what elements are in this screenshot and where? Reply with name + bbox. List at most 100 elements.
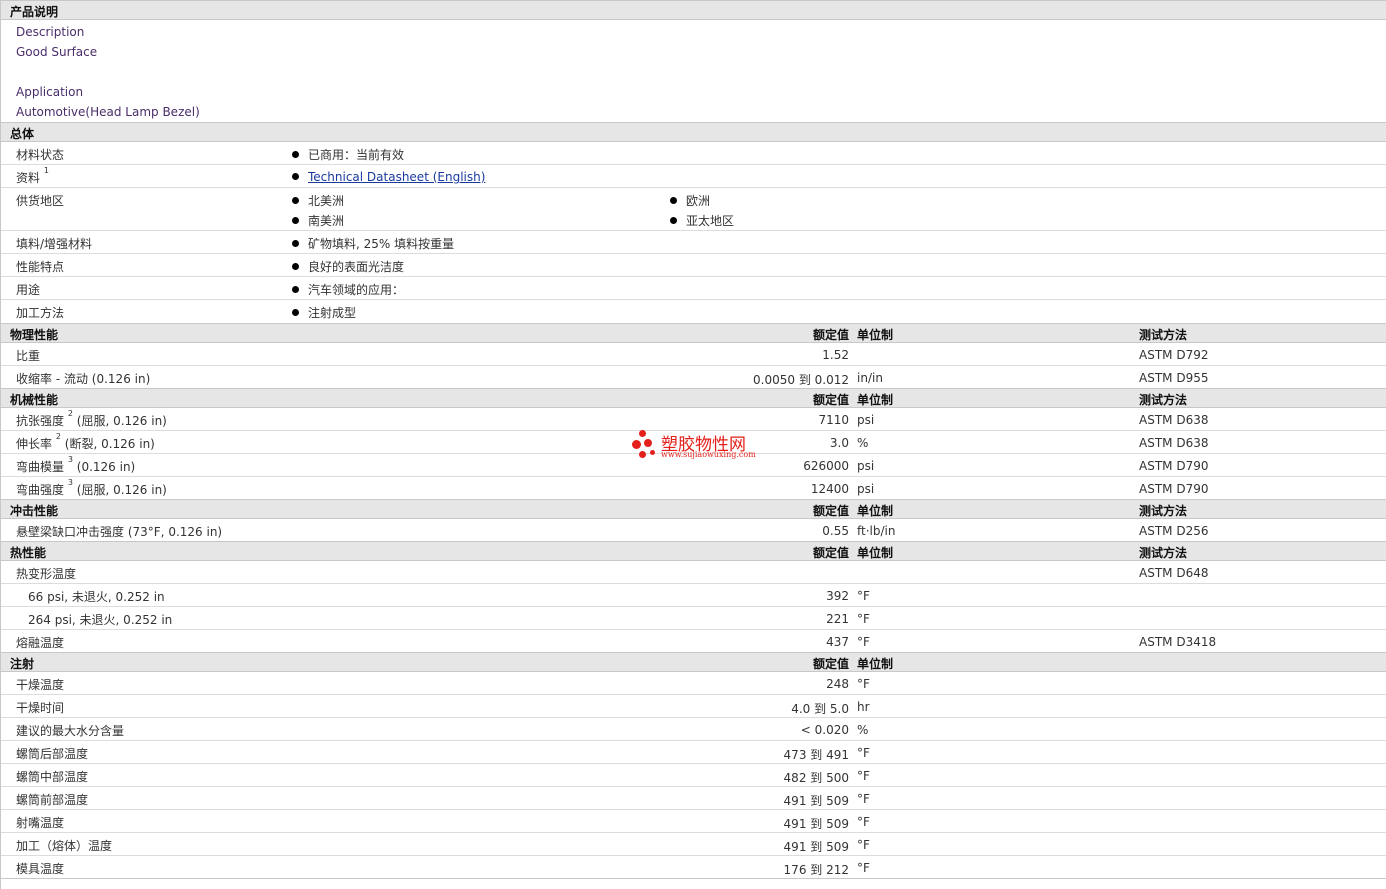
bullet-item: 注射成型 <box>292 304 356 321</box>
row-label: 热变形温度 <box>16 567 77 581</box>
column-header-test: 测试方法 <box>1139 328 1188 342</box>
row-test-method: ASTM D955 <box>1139 371 1209 385</box>
row-label: 材料状态 <box>16 148 65 162</box>
description-block: Description Good Surface Application Aut… <box>1 20 1386 122</box>
section-header-mechanical: 机械性能 额定值 单位制 测试方法 <box>1 388 1386 408</box>
row-label: 填料/增强材料 <box>16 237 93 251</box>
column-header-unit: 单位制 <box>857 657 894 671</box>
general-row-features: 性能特点 良好的表面光洁度 <box>1 254 1386 277</box>
general-row-processing: 加工方法 注射成型 <box>1 300 1386 323</box>
bullet-icon <box>670 217 677 224</box>
bullet-item: 亚太地区 <box>670 212 734 229</box>
row-label: 干燥时间 <box>16 701 65 715</box>
row-unit: hr <box>857 700 870 714</box>
property-row: 弯曲强度 3 (屈服, 0.126 in) 12400 psi ASTM D79… <box>1 477 1386 499</box>
bullet-icon <box>292 151 299 158</box>
general-row-datasheet: 资料 1 Technical Datasheet (English) <box>1 165 1386 188</box>
section-header-injection: 注射 额定值 单位制 <box>1 652 1386 672</box>
row-unit: ft·lb/in <box>857 524 896 538</box>
section-title: 机械性能 <box>10 393 59 407</box>
technical-datasheet-link[interactable]: Technical Datasheet (English) <box>308 170 485 184</box>
bullet-icon <box>292 263 299 270</box>
section-header-impact: 冲击性能 额定值 单位制 测试方法 <box>1 499 1386 519</box>
datasheet-page: 产品说明 Description Good Surface Applicatio… <box>0 0 1386 889</box>
description-heading: Description <box>16 25 85 39</box>
property-subrow: 264 psi, 未退火, 0.252 in 221 °F <box>1 607 1386 630</box>
row-test-method: ASTM D256 <box>1139 524 1209 538</box>
row-value: 491 到 509 <box>783 817 849 831</box>
row-label: 加工方法 <box>16 306 65 320</box>
section-title: 产品说明 <box>10 5 59 19</box>
row-unit: °F <box>857 838 870 852</box>
row-label: 性能特点 <box>16 260 65 274</box>
general-row-uses: 用途 汽车领域的应用： <box>1 277 1386 300</box>
row-unit: °F <box>857 769 870 783</box>
section-header-description: 产品说明 <box>1 0 1386 20</box>
row-label: 螺筒中部温度 <box>16 770 89 784</box>
watermark-url: www.sujiaowuxing.com <box>661 450 756 459</box>
general-row-status: 材料状态 已商用：当前有效 <box>1 142 1386 165</box>
property-row: 热变形温度 ASTM D648 <box>1 561 1386 584</box>
general-row-filler: 填料/增强材料 矿物填料, 25% 填料按重量 <box>1 231 1386 254</box>
bullet-item: 矿物填料, 25% 填料按重量 <box>292 235 454 252</box>
row-label: 伸长率 2 (断裂, 0.126 in) <box>16 432 155 451</box>
column-header-unit: 单位制 <box>857 328 894 342</box>
column-header-test: 测试方法 <box>1139 504 1188 518</box>
row-unit: °F <box>857 677 870 691</box>
row-label: 用途 <box>16 283 41 297</box>
property-row: 加工（熔体）温度 491 到 509 °F <box>1 833 1386 856</box>
row-label: 悬壁梁缺口冲击强度 (73°F, 0.126 in) <box>16 525 223 539</box>
logo-dot-icon <box>639 430 646 437</box>
row-label: 模具温度 <box>16 862 65 876</box>
property-row: 熔融温度 437 °F ASTM D3418 <box>1 630 1386 652</box>
column-header-value: 额定值 <box>812 393 849 407</box>
property-row: 螺筒后部温度 473 到 491 °F <box>1 741 1386 764</box>
property-row: 比重 1.52 ASTM D792 <box>1 343 1386 366</box>
row-value: 482 到 500 <box>783 771 849 785</box>
row-label: 资料 1 <box>16 166 49 185</box>
row-test-method: ASTM D792 <box>1139 348 1209 362</box>
property-row: 悬壁梁缺口冲击强度 (73°F, 0.126 in) 0.55 ft·lb/in… <box>1 519 1386 541</box>
section-title: 冲击性能 <box>10 504 59 518</box>
row-label: 熔融温度 <box>16 636 65 650</box>
row-value: 473 到 491 <box>783 748 849 762</box>
column-header-unit: 单位制 <box>857 504 894 518</box>
row-value: 0.55 <box>822 524 849 538</box>
row-value: 0.0050 到 0.012 <box>753 373 849 387</box>
bullet-item: 北美洲 <box>292 192 344 209</box>
row-label: 弯曲强度 3 (屈服, 0.126 in) <box>16 478 167 497</box>
application-text: Automotive(Head Lamp Bezel) <box>16 105 200 119</box>
column-header-value: 额定值 <box>812 504 849 518</box>
bullet-icon <box>292 309 299 316</box>
property-row: 螺筒前部温度 491 到 509 °F <box>1 787 1386 810</box>
bullet-icon <box>670 197 677 204</box>
bullet-item: 欧洲 <box>670 192 710 209</box>
row-test-method: ASTM D3418 <box>1139 635 1217 649</box>
section-header-thermal: 热性能 额定值 单位制 测试方法 <box>1 541 1386 561</box>
row-label: 66 psi, 未退火, 0.252 in <box>28 590 165 604</box>
row-unit: °F <box>857 792 870 806</box>
row-label: 供货地区 <box>16 194 65 208</box>
row-value: 12400 <box>810 482 849 496</box>
row-unit: °F <box>857 861 870 875</box>
bullet-item: 已商用：当前有效 <box>292 146 404 163</box>
bullet-item: 汽车领域的应用： <box>292 281 404 298</box>
row-value: 7110 <box>818 413 849 427</box>
row-value: 221 <box>826 612 849 626</box>
row-label: 射嘴温度 <box>16 816 65 830</box>
row-value: 248 <box>826 677 849 691</box>
logo-dot-icon <box>632 440 641 449</box>
general-row-regions: 供货地区 北美洲 欧洲 南美洲 亚太地区 <box>1 188 1386 231</box>
row-value: 491 到 509 <box>783 840 849 854</box>
property-row: 建议的最大水分含量 < 0.020 % <box>1 718 1386 741</box>
row-label: 干燥温度 <box>16 678 65 692</box>
logo-dot-icon <box>644 439 652 447</box>
row-label: 建议的最大水分含量 <box>16 724 125 738</box>
row-value: 392 <box>826 589 849 603</box>
bullet-icon <box>292 286 299 293</box>
column-header-value: 额定值 <box>812 328 849 342</box>
property-row: 干燥温度 248 °F <box>1 672 1386 695</box>
property-row: 收缩率 - 流动 (0.126 in) 0.0050 到 0.012 in/in… <box>1 366 1386 388</box>
column-header-value: 额定值 <box>812 546 849 560</box>
row-unit: °F <box>857 746 870 760</box>
